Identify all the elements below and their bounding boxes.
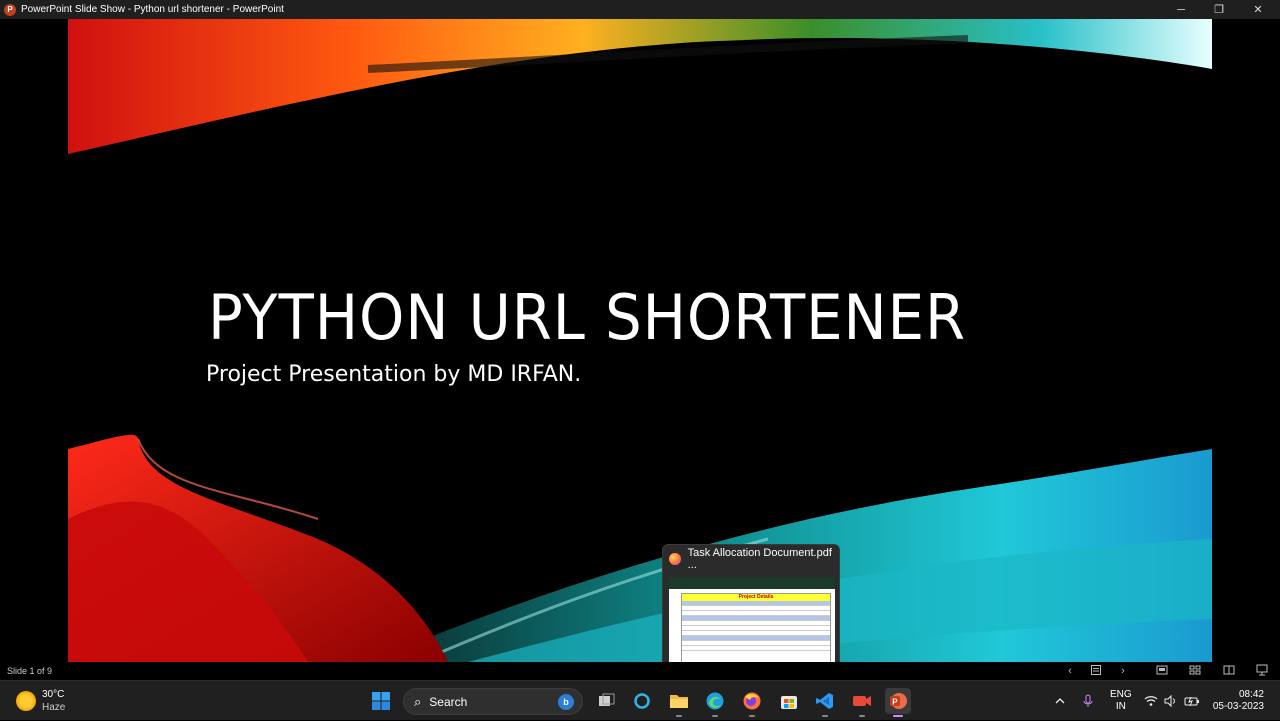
task-view-icon [599,693,615,706]
vscode-button[interactable] [812,688,838,717]
slide-sorter-icon[interactable] [1188,664,1202,678]
show-hidden-icons[interactable] [1054,681,1066,721]
battery-indicator[interactable] [1184,681,1200,721]
screen-recorder-button[interactable] [849,688,875,717]
slideshow-statusbar: Slide 1 of 9 ‹ › [0,662,1280,680]
wifi-indicator[interactable] [1144,681,1158,721]
store-icon [781,696,797,709]
volume-indicator[interactable] [1164,681,1178,721]
slideshow-view-icon[interactable] [1255,664,1269,678]
system-clock[interactable]: 08:42 05-03-2023 [1208,689,1264,713]
microphone-icon [1083,694,1093,707]
windows-logo-icon [372,692,390,710]
battery-icon [1184,696,1199,707]
task-view-button[interactable] [593,688,619,714]
restore-button[interactable]: ❐ [1200,0,1238,19]
slide-counter: Slide 1 of 9 [7,666,53,676]
firefox-taskbar-icon [743,692,761,710]
slide-subtitle: Project Presentation by MD IRFAN. [206,362,582,387]
camera-icon [853,696,871,706]
chevron-up-icon [1055,698,1065,704]
language-region: IN [1115,701,1126,712]
file-explorer-button[interactable] [666,688,692,717]
search-label: Search [429,694,468,709]
language-code: ENG [1110,689,1132,700]
normal-view-icon[interactable] [1155,664,1169,678]
firefox-window-preview[interactable]: Task Allocation Document.pdf ... Project… [662,544,840,668]
clock-time: 08:42 [1238,689,1264,700]
firefox-button[interactable] [739,688,765,717]
svg-text:P: P [892,697,898,706]
folder-icon [670,695,688,708]
next-slide-button[interactable]: › [1116,664,1130,678]
weather-sun-icon [16,691,36,711]
powerpoint-icon: P [4,3,16,16]
reading-view-icon[interactable] [1222,664,1236,678]
bing-icon[interactable]: b [558,694,574,710]
edge-icon [706,692,724,710]
window-titlebar: P PowerPoint Slide Show - Python url sho… [0,0,1280,19]
clock-date: 05-03-2023 [1212,701,1264,712]
start-button[interactable] [368,688,394,714]
window-title: PowerPoint Slide Show - Python url short… [21,4,284,15]
previous-slide-button[interactable]: ‹ [1063,664,1077,678]
slide-show-area[interactable]: PYTHON URL SHORTENER Project Presentatio… [0,19,1280,662]
speaker-icon [1164,695,1175,707]
taskbar-search-box[interactable]: ⌕ Search b [403,688,583,715]
windows-taskbar: 30°C Haze ⌕ Search b P ENG IN 08:42 05-0… [0,680,1280,720]
edge-button[interactable] [702,688,728,717]
preview-title: Task Allocation Document.pdf ... [687,547,832,571]
close-button[interactable]: ✕ [1239,0,1277,19]
weather-temperature: 30°C [42,689,65,700]
cortana-icon [634,693,650,709]
vscode-icon [816,693,833,709]
microphone-indicator[interactable] [1082,681,1094,721]
slide-title: PYTHON URL SHORTENER [208,281,966,354]
minimize-button[interactable]: ─ [1162,0,1200,19]
weather-condition: Haze [42,702,66,713]
slide-notes-icon[interactable] [1089,664,1103,678]
powerpoint-taskbar-icon: P [890,693,907,709]
cortana-button[interactable] [629,688,655,714]
preview-image: Project Details [669,577,835,663]
microsoft-store-button[interactable] [776,688,802,714]
language-indicator[interactable]: ENG IN [1110,689,1132,713]
firefox-icon [669,553,681,565]
wifi-icon [1144,696,1158,706]
search-icon: ⌕ [414,693,422,709]
doc-heading: Project Details [682,594,830,601]
powerpoint-taskbar-button[interactable]: P [885,688,911,717]
weather-widget[interactable]: 30°C Haze [16,688,65,714]
